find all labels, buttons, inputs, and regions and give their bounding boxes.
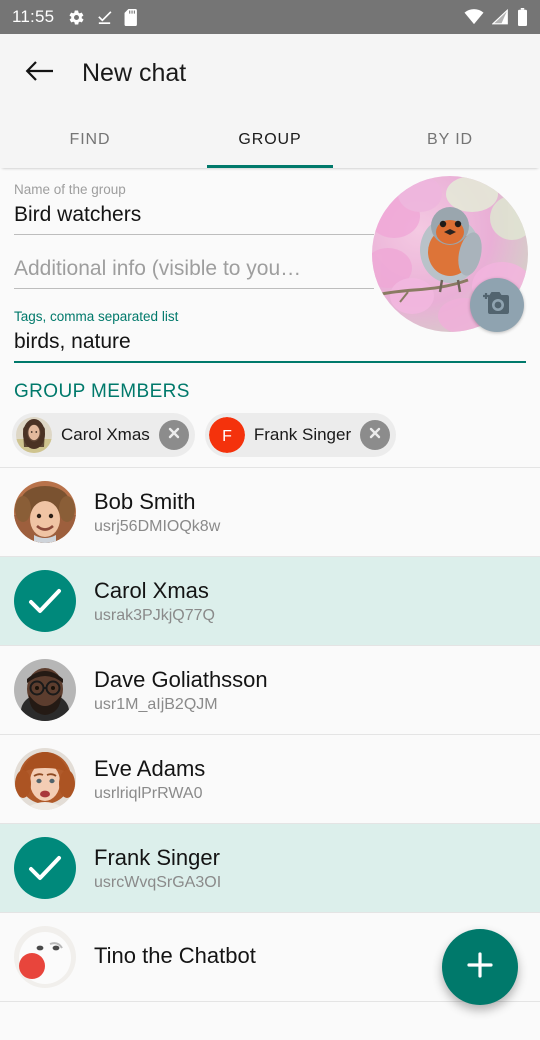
download-complete-icon <box>96 9 113 26</box>
check-icon <box>14 570 76 632</box>
status-bar-right-icons <box>464 8 528 26</box>
contact-list: Bob Smith usrj56DMIOQk8w Carol Xmas usra… <box>0 467 540 1002</box>
app-bar: New chat <box>0 34 540 112</box>
plus-icon <box>463 948 497 987</box>
contact-name: Tino the Chatbot <box>94 942 256 968</box>
contact-id: usrj56DMIOQk8w <box>94 517 221 535</box>
close-icon <box>367 425 383 446</box>
group-members-heading: GROUP MEMBERS <box>14 381 190 402</box>
status-bar-left-icons <box>68 8 139 26</box>
list-item[interactable]: Frank Singer usrcWvqSrGA3OI <box>0 824 540 913</box>
contact-id: usr1M_aIjB2QJM <box>94 695 218 713</box>
tab-find[interactable]: FIND <box>0 112 180 168</box>
list-item-text: Tino the Chatbot <box>94 943 256 972</box>
contact-id: usrlriqlPrRWA0 <box>94 784 203 802</box>
member-chip-frank[interactable]: F Frank Singer <box>204 413 397 457</box>
wifi-icon <box>464 9 484 25</box>
contact-id: usrak3PJkjQ77Q <box>94 606 215 624</box>
list-item-text: Frank Singer usrcWvqSrGA3OI <box>94 845 221 892</box>
additional-info-field[interactable]: Additional info (visible to you… <box>14 255 374 289</box>
tab-bar: FIND GROUP BY ID <box>0 112 540 168</box>
list-item-text: Eve Adams usrlriqlPrRWA0 <box>94 756 205 803</box>
tags-field[interactable]: Tags, comma separated list birds, nature <box>14 309 526 363</box>
avatar <box>14 659 76 721</box>
contact-id: usrcWvqSrGA3OI <box>94 873 222 891</box>
list-item[interactable]: Dave Goliathsson usr1M_aIjB2QJM <box>0 646 540 735</box>
back-button[interactable] <box>18 51 62 95</box>
avatar: F <box>208 417 245 453</box>
additional-info-input[interactable]: Additional info (visible to you… <box>14 255 374 289</box>
battery-icon <box>517 8 528 26</box>
create-group-fab[interactable] <box>442 929 518 1005</box>
list-item[interactable]: Bob Smith usrj56DMIOQk8w <box>0 468 540 557</box>
list-item-text: Carol Xmas usrak3PJkjQ77Q <box>94 578 215 625</box>
svg-text:F: F <box>222 428 232 445</box>
list-item[interactable]: Carol Xmas usrak3PJkjQ77Q <box>0 557 540 646</box>
member-chip-label: Frank Singer <box>253 425 352 444</box>
status-bar: 11:55 <box>0 0 540 34</box>
remove-member-frank-button[interactable] <box>360 420 391 450</box>
tab-group[interactable]: GROUP <box>180 112 360 168</box>
contact-name: Carol Xmas <box>94 577 209 603</box>
group-name-field[interactable]: Name of the group Bird watchers <box>14 182 374 235</box>
remove-member-carol-button[interactable] <box>158 420 189 450</box>
tab-by-id[interactable]: BY ID <box>360 112 540 168</box>
close-icon <box>166 425 182 446</box>
list-item-text: Dave Goliathsson usr1M_aIjB2QJM <box>94 667 268 714</box>
back-arrow-icon <box>25 58 55 89</box>
contact-name: Bob Smith <box>94 488 196 514</box>
contact-name: Frank Singer <box>94 844 220 870</box>
tags-label: Tags, comma separated list <box>14 309 179 324</box>
avatar <box>14 926 76 988</box>
list-item[interactable]: Eve Adams usrlriqlPrRWA0 <box>0 735 540 824</box>
sd-card-icon <box>124 8 139 26</box>
member-chip-label: Carol Xmas <box>61 425 150 444</box>
page-title: New chat <box>82 58 187 87</box>
gear-icon <box>68 9 85 26</box>
avatar <box>14 481 76 543</box>
contact-name: Dave Goliathsson <box>94 666 268 692</box>
check-icon <box>14 837 76 899</box>
contact-name: Eve Adams <box>94 755 206 781</box>
member-chip-carol[interactable]: Carol Xmas <box>12 413 195 457</box>
status-bar-clock: 11:55 <box>12 7 55 26</box>
list-item-text: Bob Smith usrj56DMIOQk8w <box>94 489 220 536</box>
avatar <box>14 748 76 810</box>
tags-input[interactable]: birds, nature <box>14 328 526 363</box>
group-name-label: Name of the group <box>14 182 126 197</box>
group-form: Name of the group Bird watchers Addition… <box>0 168 540 363</box>
cell-signal-icon <box>492 9 509 25</box>
group-members-chips: Carol Xmas F Frank Singer <box>0 413 540 467</box>
app-screen: 11:55 New chat FIND GROUP BY ID Name of … <box>0 0 540 1040</box>
avatar <box>16 417 52 453</box>
group-name-input[interactable]: Bird watchers <box>14 201 374 235</box>
